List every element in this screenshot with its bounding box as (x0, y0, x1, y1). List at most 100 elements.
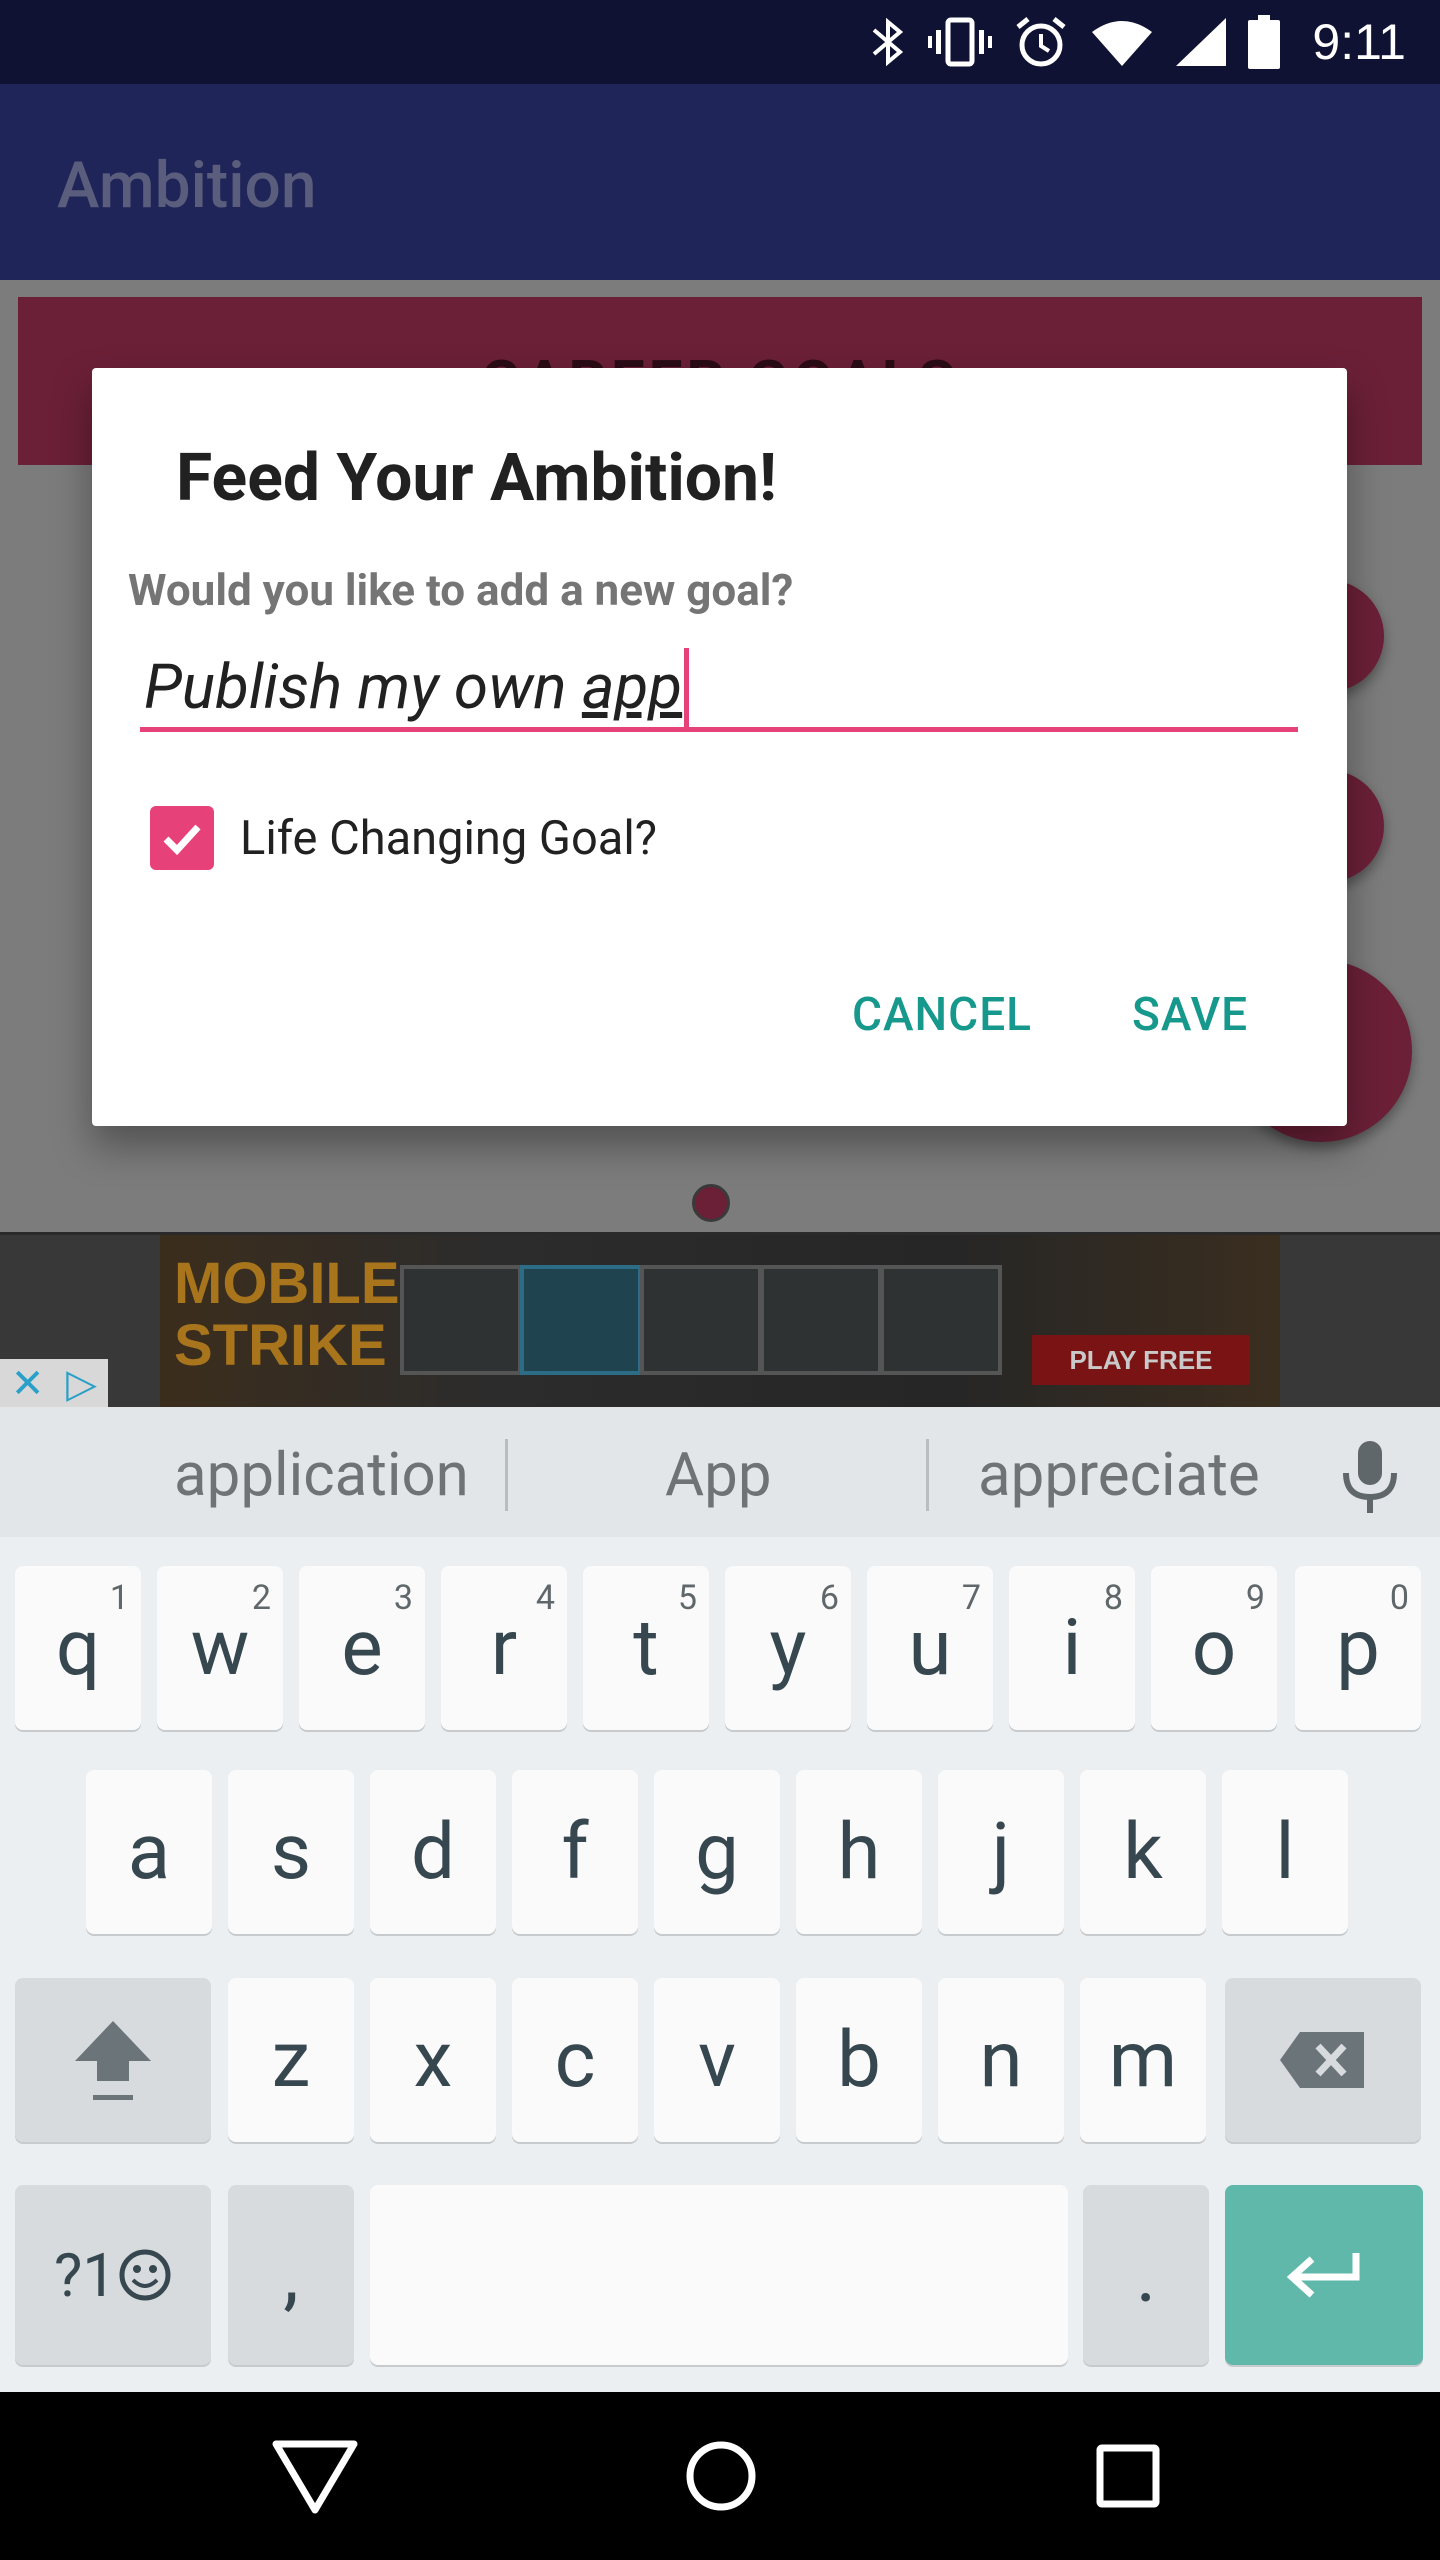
life-changing-checkbox[interactable] (150, 806, 214, 870)
key-c[interactable]: c (512, 1978, 638, 2142)
battery-icon (1248, 15, 1281, 69)
key-label: e (341, 1602, 383, 1694)
suggestion-item[interactable]: App (665, 1439, 772, 1510)
key-j[interactable]: j (938, 1770, 1064, 1934)
key-g[interactable]: g (654, 1770, 780, 1934)
text-cursor (684, 648, 690, 728)
add-goal-dialog: Feed Your Ambition! Would you like to ad… (92, 368, 1347, 1126)
key-d[interactable]: d (370, 1770, 496, 1934)
suggestion-strip: application App appreciate (0, 1407, 1440, 1537)
comma-key[interactable]: , (228, 2185, 354, 2365)
key-u[interactable]: u7 (867, 1566, 993, 1730)
ad-weapon-slot (400, 1265, 522, 1375)
key-l[interactable]: l (1222, 1770, 1348, 1934)
key-label: p (1336, 1602, 1380, 1694)
suggestion-item[interactable]: application (174, 1439, 469, 1510)
goal-input-composing-text: app (581, 651, 683, 724)
key-hint: 1 (109, 1578, 129, 1618)
page-indicator-dot (692, 1184, 730, 1222)
ad-play-free-button[interactable]: PLAY FREE (1032, 1335, 1250, 1385)
ad-weapon-slot (520, 1265, 642, 1375)
vibrate-icon (928, 16, 993, 68)
key-f[interactable]: f (512, 1770, 638, 1934)
key-o[interactable]: o9 (1151, 1566, 1277, 1730)
key-p[interactable]: p0 (1295, 1566, 1421, 1730)
key-hint: 4 (535, 1578, 555, 1618)
soft-keyboard: application App appreciate q1 w2 e3 r4 t… (0, 1407, 1440, 2392)
shift-icon (75, 2021, 151, 2100)
key-h[interactable]: h (796, 1770, 922, 1934)
key-i[interactable]: i8 (1009, 1566, 1135, 1730)
key-y[interactable]: y6 (725, 1566, 851, 1730)
key-label: i (1062, 1602, 1082, 1694)
home-icon[interactable] (679, 2434, 763, 2518)
key-k[interactable]: k (1080, 1770, 1206, 1934)
emoji-icon (119, 2249, 171, 2301)
key-hint: 5 (677, 1578, 697, 1618)
key-e[interactable]: e3 (299, 1566, 425, 1730)
back-icon[interactable] (270, 2434, 360, 2518)
ad-title: MOBILE STRIKE (174, 1253, 400, 1377)
ad-choices[interactable]: ✕ ▷ (0, 1359, 108, 1407)
app-title: Ambition (57, 148, 317, 223)
key-label: q (55, 1602, 101, 1694)
ad-title-line2: STRIKE (174, 1313, 387, 1378)
key-label: y (769, 1602, 807, 1694)
key-label: u (908, 1602, 952, 1694)
navigation-bar (0, 2392, 1440, 2560)
key-hint: 6 (819, 1578, 839, 1618)
key-n[interactable]: n (938, 1978, 1064, 2142)
ad-image[interactable]: MOBILE STRIKE PLAY FREE (160, 1235, 1280, 1410)
key-hint: 0 (1389, 1578, 1409, 1618)
key-t[interactable]: t5 (583, 1566, 709, 1730)
shift-key[interactable] (15, 1978, 211, 2142)
key-label: w (190, 1602, 250, 1694)
key-hint: 9 (1245, 1578, 1265, 1618)
mic-icon[interactable] (1340, 1441, 1400, 1521)
cancel-button[interactable]: CANCEL (852, 988, 1032, 1042)
alarm-icon (1014, 15, 1068, 69)
save-button[interactable]: SAVE (1132, 988, 1248, 1042)
key-label: t (633, 1602, 659, 1694)
ad-title-line1: MOBILE (174, 1251, 400, 1316)
key-s[interactable]: s (228, 1770, 354, 1934)
ad-weapon-slot (760, 1265, 882, 1375)
key-r[interactable]: r4 (441, 1566, 567, 1730)
enter-key[interactable] (1225, 2185, 1423, 2365)
bluetooth-icon (870, 16, 906, 68)
ad-choices-icon[interactable]: ▷ (66, 1360, 97, 1407)
backspace-icon (1280, 2032, 1364, 2088)
key-a[interactable]: a (86, 1770, 212, 1934)
key-hint: 3 (393, 1578, 413, 1618)
key-b[interactable]: b (796, 1978, 922, 2142)
goal-input-text: Publish my own (144, 651, 582, 724)
ad-close-icon[interactable]: ✕ (11, 1360, 45, 1407)
goal-input[interactable]: Publish my own app (140, 648, 1298, 732)
ad-weapon-slot (880, 1265, 1002, 1375)
key-z[interactable]: z (228, 1978, 354, 2142)
key-m[interactable]: m (1080, 1978, 1206, 2142)
space-key[interactable] (370, 2185, 1068, 2365)
backspace-key[interactable] (1225, 1978, 1421, 2142)
dialog-message: Would you like to add a new goal? (128, 564, 794, 616)
checkmark-icon (163, 824, 201, 856)
wifi-icon (1090, 18, 1154, 66)
status-bar: 9:11 (0, 0, 1440, 84)
life-changing-checkbox-row[interactable]: Life Changing Goal? (150, 806, 657, 870)
status-time: 9:11 (1312, 14, 1406, 70)
suggestion-item[interactable]: appreciate (978, 1439, 1260, 1510)
signal-icon (1176, 18, 1227, 66)
suggestion-divider (926, 1439, 929, 1511)
enter-icon (1286, 2253, 1360, 2298)
period-key[interactable]: . (1083, 2185, 1209, 2365)
key-v[interactable]: v (654, 1978, 780, 2142)
key-hint: 7 (961, 1578, 981, 1618)
ad-banner[interactable]: MOBILE STRIKE PLAY FREE ✕ ▷ (0, 1232, 1440, 1410)
recents-icon[interactable] (1086, 2434, 1170, 2518)
key-q[interactable]: q1 (15, 1566, 141, 1730)
key-x[interactable]: x (370, 1978, 496, 2142)
key-w[interactable]: w2 (157, 1566, 283, 1730)
key-label: r (490, 1602, 518, 1694)
symbols-key[interactable]: ?1 (15, 2185, 211, 2365)
symbols-key-label: ?1 (53, 2239, 117, 2311)
